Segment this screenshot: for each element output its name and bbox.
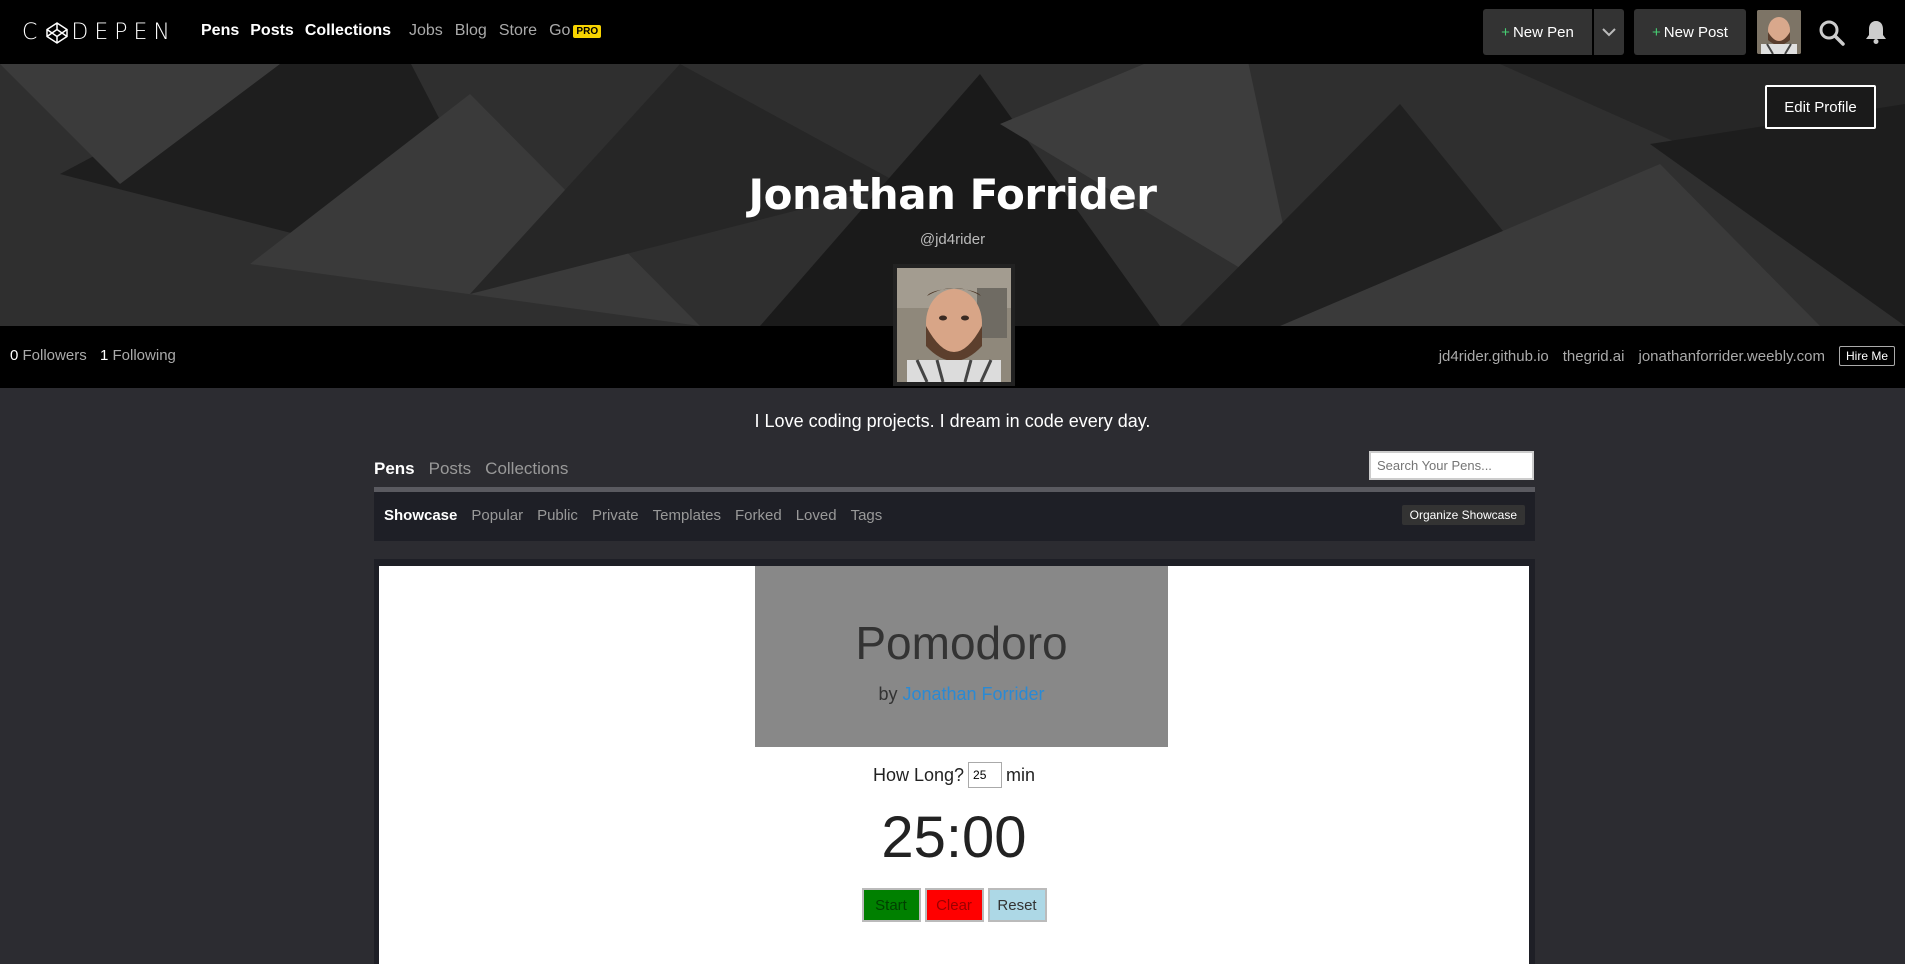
- start-button[interactable]: Start: [861, 888, 921, 922]
- profile-tabs: Pens Posts Collections: [374, 459, 582, 479]
- edit-profile-button[interactable]: Edit Profile: [1765, 85, 1876, 129]
- nav-pens[interactable]: Pens: [201, 22, 239, 40]
- minutes-input[interactable]: [968, 762, 1003, 788]
- avatar-image: [1757, 10, 1801, 54]
- profile-photo: [897, 268, 1011, 382]
- profile-name: Jonathan Forrider: [748, 170, 1158, 219]
- subtab-tags[interactable]: Tags: [851, 507, 883, 524]
- byline-by: by: [878, 684, 898, 704]
- tab-pens[interactable]: Pens: [374, 459, 415, 479]
- nav-posts[interactable]: Posts: [250, 22, 294, 40]
- profile-bio: I Love coding projects. I dream in code …: [754, 411, 1151, 431]
- nav-go-pro[interactable]: Go PRO: [549, 22, 602, 40]
- new-post-button[interactable]: + New Post: [1634, 9, 1746, 55]
- subtab-private[interactable]: Private: [592, 507, 639, 524]
- new-pen-button[interactable]: + New Pen: [1483, 9, 1592, 55]
- profile-handle: @jd4rider: [919, 231, 986, 248]
- following-count: 1: [100, 347, 109, 364]
- nav-store[interactable]: Store: [499, 22, 537, 40]
- reset-button[interactable]: Reset: [987, 888, 1047, 922]
- top-header: C DEPEN Pens Posts Collections Jobs Blog…: [0, 0, 1905, 64]
- search-pens-input[interactable]: [1369, 451, 1534, 480]
- followers-label: Followers: [22, 347, 87, 364]
- pro-badge: PRO: [573, 24, 602, 38]
- bell-icon[interactable]: [1864, 19, 1888, 50]
- chevron-down-icon: [1602, 28, 1616, 37]
- plus-icon: +: [1652, 23, 1661, 41]
- subtab-showcase[interactable]: Showcase: [384, 507, 457, 524]
- tab-posts[interactable]: Posts: [429, 459, 472, 479]
- subtab-forked[interactable]: Forked: [735, 507, 782, 524]
- timer-display: 25:00: [881, 805, 1027, 870]
- subtab-templates[interactable]: Templates: [653, 507, 721, 524]
- following-label: Following: [112, 347, 176, 364]
- showcase-pen-preview[interactable]: Pomodoro by Jonathan Forrider How Long? …: [379, 566, 1529, 964]
- new-post-label: New Post: [1663, 23, 1728, 41]
- codepen-cube-icon: [46, 21, 69, 44]
- subtab-popular[interactable]: Popular: [471, 507, 523, 524]
- min-label: min: [1006, 764, 1036, 785]
- clear-button[interactable]: Clear: [924, 888, 984, 922]
- pomodoro-byline: by Jonathan Forrider: [755, 684, 1168, 705]
- profile-link-thegrid[interactable]: thegrid.ai: [1563, 348, 1625, 365]
- tab-collections[interactable]: Collections: [485, 459, 568, 479]
- profile-link-weebly[interactable]: jonathanforrider.weebly.com: [1638, 348, 1825, 365]
- subtab-loved[interactable]: Loved: [796, 507, 837, 524]
- organize-showcase-button[interactable]: Organize Showcase: [1401, 505, 1525, 525]
- followers-count: 0: [10, 347, 19, 364]
- pomodoro-header: Pomodoro by Jonathan Forrider: [755, 566, 1168, 747]
- nav-jobs[interactable]: Jobs: [409, 22, 443, 40]
- nav-go-label: Go: [549, 22, 571, 39]
- following-link[interactable]: 1 Following: [100, 347, 176, 364]
- timer-controls: Start Clear Reset: [379, 888, 1529, 922]
- how-long-label: How Long?: [872, 764, 965, 785]
- new-pen-dropdown-button[interactable]: [1594, 9, 1624, 55]
- new-pen-label: New Pen: [1512, 23, 1574, 41]
- codepen-logo[interactable]: C DEPEN: [22, 20, 176, 45]
- pomodoro-title: Pomodoro: [855, 617, 1068, 669]
- user-avatar[interactable]: [1757, 10, 1801, 54]
- followers-link[interactable]: 0 Followers: [10, 347, 87, 364]
- nav-collections[interactable]: Collections: [305, 22, 391, 40]
- nav-blog[interactable]: Blog: [455, 22, 487, 40]
- plus-icon: +: [1501, 23, 1510, 41]
- author-link[interactable]: Jonathan Forrider: [902, 684, 1044, 704]
- profile-link-github[interactable]: jd4rider.github.io: [1439, 348, 1549, 365]
- subtab-public[interactable]: Public: [537, 507, 578, 524]
- search-icon[interactable]: [1818, 19, 1846, 52]
- hire-me-button[interactable]: Hire Me: [1838, 346, 1895, 366]
- pens-subtabs: Showcase Popular Public Private Template…: [374, 492, 1535, 541]
- duration-row: How Long? min: [379, 762, 1529, 788]
- profile-avatar: [893, 264, 1015, 386]
